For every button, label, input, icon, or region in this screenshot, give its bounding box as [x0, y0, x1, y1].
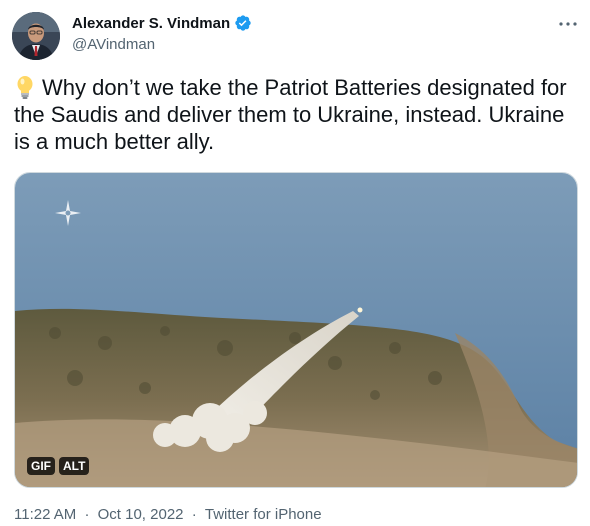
more-options-icon[interactable] — [558, 14, 578, 34]
tweet-card: Alexander S. Vindman @AVindman Why don’t… — [0, 0, 590, 526]
user-handle[interactable]: @AVindman — [72, 36, 252, 56]
media-badges: GIF ALT — [27, 457, 90, 475]
author-block: Alexander S. Vindman @AVindman — [72, 13, 252, 56]
media-gif[interactable]: GIF ALT — [14, 172, 578, 488]
tweet-body: Why don’t we take the Patriot Batteries … — [14, 75, 567, 154]
tweet-date[interactable]: Oct 10, 2022 — [98, 506, 184, 523]
avatar-image — [12, 12, 60, 60]
alt-text-button[interactable]: ALT — [59, 457, 90, 475]
name-row: Alexander S. Vindman — [72, 13, 252, 33]
tweet-text: Why don’t we take the Patriot Batteries … — [14, 74, 574, 155]
avatar[interactable] — [12, 12, 60, 60]
meta-separator: · — [191, 506, 197, 523]
tweet-source[interactable]: Twitter for iPhone — [205, 506, 322, 523]
display-name[interactable]: Alexander S. Vindman — [72, 15, 230, 32]
meta-separator: · — [84, 506, 90, 523]
verified-badge-icon — [234, 14, 252, 32]
tweet-meta: 11:22 AM · Oct 10, 2022 · Twitter for iP… — [14, 506, 322, 523]
media-image — [15, 173, 577, 487]
light-bulb-icon — [14, 74, 36, 101]
gif-badge: GIF — [27, 457, 55, 475]
tweet-time[interactable]: 11:22 AM — [14, 506, 76, 523]
